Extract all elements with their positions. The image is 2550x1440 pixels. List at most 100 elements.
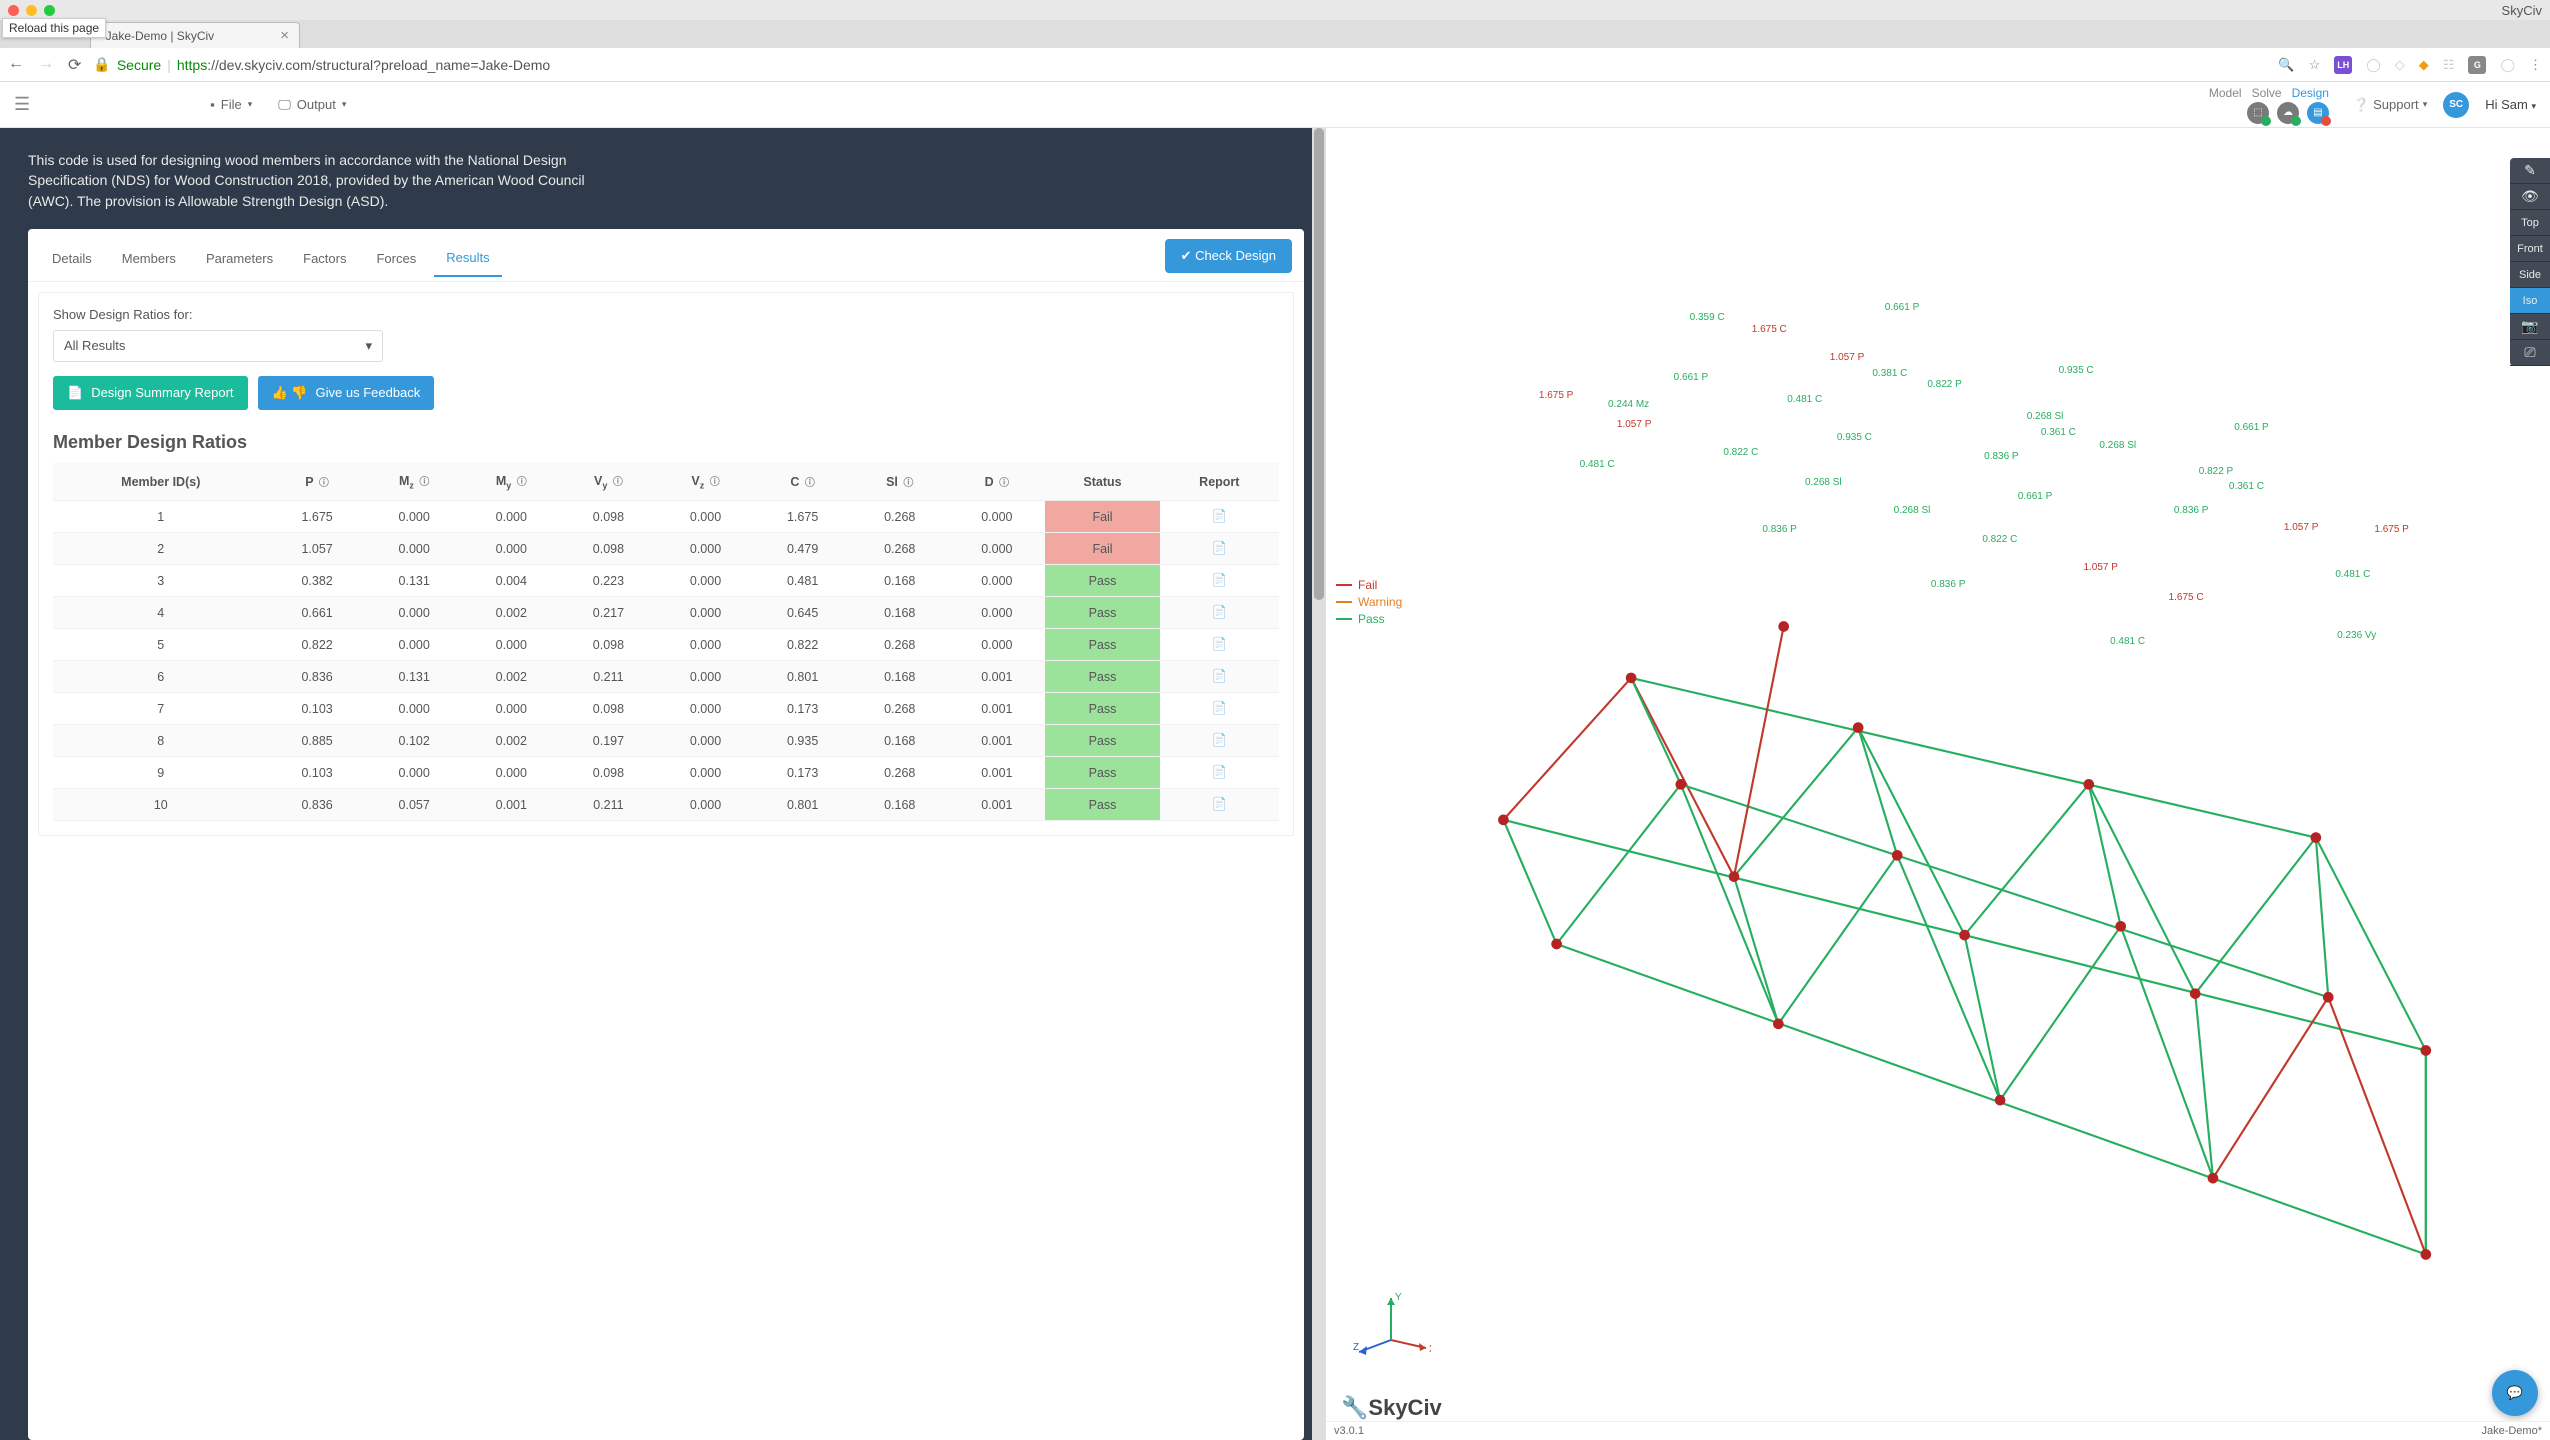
scrollbar[interactable] xyxy=(1312,128,1326,1440)
output-menu[interactable]: 🖵 Output ▾ xyxy=(278,97,346,113)
view-top[interactable]: Top xyxy=(2510,210,2550,236)
chat-bubble[interactable]: 💬 xyxy=(2492,1370,2538,1416)
support-menu[interactable]: ❔ Support ▾ xyxy=(2353,97,2427,113)
col-my[interactable]: My ⓘ xyxy=(463,463,560,501)
ratios-table: Member ID(s)P ⓘMz ⓘMy ⓘVy ⓘVz ⓘC ⓘSl ⓘD … xyxy=(53,463,1279,822)
ext-icon[interactable]: ◆ xyxy=(2419,57,2429,73)
model-viewer[interactable]: 0.359 C1.675 C0.661 P1.057 P0.935 C0.381… xyxy=(1326,128,2550,1440)
col-member[interactable]: Member ID(s) xyxy=(53,463,269,501)
mode-solve[interactable]: Solve xyxy=(2252,86,2282,100)
tab-factors[interactable]: Factors xyxy=(291,243,358,276)
col-sl[interactable]: Sl ⓘ xyxy=(851,463,948,501)
ext-icon[interactable]: ◇ xyxy=(2395,57,2405,73)
mac-titlebar: SkyCiv xyxy=(0,0,2550,20)
window-brand: SkyCiv xyxy=(2502,3,2542,18)
ratios-select[interactable]: All Results ▾ xyxy=(53,330,383,362)
browser-tab-bar: *Jake-Demo | SkyCiv × xyxy=(0,20,2550,48)
search-icon[interactable]: 🔍 xyxy=(2278,57,2294,73)
back-icon[interactable]: ← xyxy=(8,55,24,75)
mac-close-dot[interactable] xyxy=(8,5,19,16)
ext-icon[interactable]: ☷ xyxy=(2443,57,2455,73)
secure-label: Secure xyxy=(117,57,161,73)
tab-forces[interactable]: Forces xyxy=(364,243,428,276)
star-icon[interactable]: ☆ xyxy=(2309,57,2321,73)
report-icon[interactable]: 📄 xyxy=(1160,629,1279,661)
tab-details[interactable]: Details xyxy=(40,243,104,276)
browser-tab[interactable]: *Jake-Demo | SkyCiv × xyxy=(90,22,300,48)
tab-title: *Jake-Demo | SkyCiv xyxy=(101,29,214,43)
hamburger-icon[interactable]: ☰ xyxy=(14,94,30,115)
view-iso[interactable]: Iso xyxy=(2510,288,2550,314)
mac-min-dot[interactable] xyxy=(26,5,37,16)
svg-text:Z: Z xyxy=(1353,1342,1359,1353)
check-design-button[interactable]: ✔ Check Design xyxy=(1165,239,1292,273)
reload-tooltip: Reload this page xyxy=(2,18,106,38)
app-header: ☰ ▪ File ▾ 🖵 Output ▾ Model Solve Design… xyxy=(0,82,2550,128)
address-field[interactable]: 🔒 Secure | https://dev.skyciv.com/struct… xyxy=(93,56,2266,73)
report-icon[interactable]: 📄 xyxy=(1160,789,1279,821)
url-protocol: https xyxy=(177,57,207,73)
chevron-down-icon: ▾ xyxy=(365,338,372,354)
mode-solve-icon[interactable]: ☁ xyxy=(2277,102,2299,124)
url-bar: ← → ⟳ 🔒 Secure | https://dev.skyciv.com/… xyxy=(0,48,2550,82)
tab-parameters[interactable]: Parameters xyxy=(194,243,285,276)
mode-model[interactable]: Model xyxy=(2209,86,2242,100)
ext-g[interactable]: G xyxy=(2468,56,2486,74)
report-icon[interactable]: 📄 xyxy=(1160,565,1279,597)
report-icon[interactable]: 📄 xyxy=(1160,533,1279,565)
table-row: 100.8360.0570.0010.2110.0000.8010.1680.0… xyxy=(53,789,1279,821)
camera-icon[interactable]: 📷 xyxy=(2510,314,2550,340)
col-report[interactable]: Report xyxy=(1160,463,1279,501)
mode-model-icon[interactable]: ⬚ xyxy=(2247,102,2269,124)
svg-text:X: X xyxy=(1429,1344,1431,1355)
truss-svg xyxy=(1326,128,2550,1352)
svg-text:Y: Y xyxy=(1395,1292,1402,1303)
select-value: All Results xyxy=(64,338,125,354)
col-vz[interactable]: Vz ⓘ xyxy=(657,463,754,501)
table-row: 60.8360.1310.0020.2110.0000.8010.1680.00… xyxy=(53,661,1279,693)
feedback-button[interactable]: 👍 👎 Give us Feedback xyxy=(258,376,435,410)
ext-icon[interactable]: ◯ xyxy=(2366,57,2381,73)
view-front[interactable]: Front xyxy=(2510,236,2550,262)
ratios-label: Show Design Ratios for: xyxy=(53,307,1279,322)
table-row: 11.6750.0000.0000.0980.0001.6750.2680.00… xyxy=(53,501,1279,533)
design-tabs: DetailsMembersParametersFactorsForcesRes… xyxy=(28,229,1304,282)
col-d[interactable]: D ⓘ xyxy=(948,463,1045,501)
col-vy[interactable]: Vy ⓘ xyxy=(560,463,657,501)
col-c[interactable]: C ⓘ xyxy=(754,463,851,501)
report-icon[interactable]: 📄 xyxy=(1160,501,1279,533)
ext-icon[interactable]: ◯ xyxy=(2500,57,2515,73)
forward-icon: → xyxy=(38,55,54,75)
greeting[interactable]: Hi Sam ▾ xyxy=(2485,97,2536,112)
avatar[interactable]: SC xyxy=(2443,92,2469,118)
reload-icon[interactable]: ⟳ xyxy=(68,55,81,75)
table-row: 50.8220.0000.0000.0980.0000.8220.2680.00… xyxy=(53,629,1279,661)
col-mz[interactable]: Mz ⓘ xyxy=(366,463,463,501)
view-side[interactable]: Side xyxy=(2510,262,2550,288)
report-icon[interactable]: 📄 xyxy=(1160,757,1279,789)
table-row: 30.3820.1310.0040.2230.0000.4810.1680.00… xyxy=(53,565,1279,597)
design-summary-button[interactable]: 📄 Design Summary Report xyxy=(53,376,248,410)
col-status[interactable]: Status xyxy=(1045,463,1159,501)
mode-design[interactable]: Design xyxy=(2292,86,2329,100)
report-icon[interactable]: 📄 xyxy=(1160,693,1279,725)
tab-members[interactable]: Members xyxy=(110,243,188,276)
cast-icon[interactable]: ⎚ xyxy=(2510,340,2550,366)
mode-design-icon[interactable]: ▤ xyxy=(2307,102,2329,124)
table-row: 80.8850.1020.0020.1970.0000.9350.1680.00… xyxy=(53,725,1279,757)
menu-icon[interactable]: ⋮ xyxy=(2529,57,2542,73)
tab-results[interactable]: Results xyxy=(434,242,501,277)
edit-icon[interactable]: ✎ xyxy=(2510,158,2550,184)
report-icon[interactable]: 📄 xyxy=(1160,725,1279,757)
table-row: 21.0570.0000.0000.0980.0000.4790.2680.00… xyxy=(53,533,1279,565)
file-menu[interactable]: ▪ File ▾ xyxy=(210,97,252,112)
report-icon[interactable]: 📄 xyxy=(1160,661,1279,693)
design-panel: This code is used for designing wood mem… xyxy=(0,128,1326,1440)
eye-icon[interactable]: 👁 xyxy=(2510,184,2550,210)
footer: v3.0.1 Jake-Demo* xyxy=(1326,1421,2550,1440)
ext-lh[interactable]: LH xyxy=(2334,56,2352,74)
report-icon[interactable]: 📄 xyxy=(1160,597,1279,629)
close-icon[interactable]: × xyxy=(280,27,289,44)
mac-max-dot[interactable] xyxy=(44,5,55,16)
col-p[interactable]: P ⓘ xyxy=(269,463,366,501)
